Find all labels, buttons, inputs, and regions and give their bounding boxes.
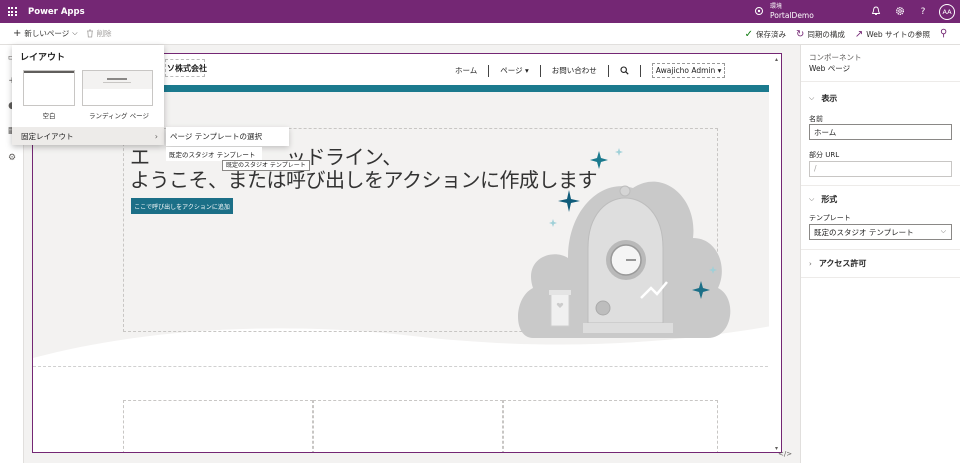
browse-website-button[interactable]: ↗ Web サイトの参照 xyxy=(855,29,930,40)
component-label: コンポーネント xyxy=(809,53,862,62)
browse-label: Web サイトの参照 xyxy=(866,29,930,39)
hero-illustration xyxy=(518,148,731,338)
environment-picker[interactable]: 環境 PortalDemo xyxy=(754,2,814,20)
plus-icon: + xyxy=(13,28,22,39)
display-section: ⌵ 表示 名前 ホーム 部分 URL / xyxy=(801,81,960,181)
select-page-template-item[interactable]: ページ テンプレートの選択 xyxy=(166,127,289,146)
access-section-header[interactable]: › アクセス許可 xyxy=(809,258,866,269)
sync-icon: ↻ xyxy=(795,28,805,40)
default-studio-template-item[interactable]: 既定のスタジオ テンプレート xyxy=(166,147,262,161)
chevron-right-icon: › xyxy=(154,131,158,141)
fixed-layout-menu-item[interactable]: 固定レイアウト › xyxy=(12,127,164,145)
environment-name: PortalDemo xyxy=(770,11,814,20)
top-bar: Power Apps 環境 PortalDemo ? AA xyxy=(0,0,960,23)
command-bar-right: ✓ 保存済み ↻ 同期の構成 ↗ Web サイトの参照 xyxy=(745,23,930,45)
help-icon[interactable]: ? xyxy=(917,6,929,18)
component-type: Web ページ xyxy=(809,64,851,73)
partial-url-input[interactable]: / xyxy=(809,161,952,177)
open-external-icon: ↗ xyxy=(854,28,864,40)
site-logo[interactable]: ソ株式会社 xyxy=(167,63,207,74)
delete-button[interactable]: 削除 xyxy=(86,28,112,39)
search-icon[interactable] xyxy=(620,66,629,75)
site-nav: ホーム ページ ▾ お問い合わせ Awajicho Admin ▾ xyxy=(455,63,726,78)
name-label: 名前 xyxy=(809,115,823,123)
sync-config-button[interactable]: ↻ 同期の構成 xyxy=(796,29,845,40)
user-menu[interactable]: Awajicho Admin ▾ xyxy=(651,63,726,78)
landing-layout-thumbnail[interactable] xyxy=(82,70,153,106)
blank-layout-thumbnail[interactable] xyxy=(23,70,75,106)
nav-item-home[interactable]: ホーム xyxy=(455,65,477,76)
preview-scrollbar[interactable]: ▴ ▾ xyxy=(769,54,781,452)
column-2[interactable] xyxy=(313,400,503,452)
app-name[interactable]: Power Apps xyxy=(28,7,85,17)
command-bar: + 新しいページ ⌵ 削除 ✓ 保存済み ↻ 同期の構成 ↗ Web サイトの参… xyxy=(0,23,960,45)
layout-title: レイアウト xyxy=(20,53,66,63)
chevron-down-icon: ⌵ xyxy=(809,195,815,203)
chevron-right-icon: › xyxy=(809,259,812,268)
share-icon[interactable]: ⚲ xyxy=(940,28,947,39)
gear-icon[interactable] xyxy=(894,6,906,18)
format-section-header[interactable]: ⌵ 形式 xyxy=(809,194,837,205)
column-3[interactable] xyxy=(503,400,718,452)
delete-label: 削除 xyxy=(96,29,112,38)
environment-label: 環境 xyxy=(770,3,783,10)
landing-layout-label[interactable]: ランディング ページ xyxy=(84,110,154,120)
nav-item-pages[interactable]: ページ ▾ xyxy=(500,65,529,76)
template-select[interactable]: 既定のスタジオ テンプレート ⌵ xyxy=(809,224,952,240)
new-page-button[interactable]: + 新しいページ ⌵ xyxy=(13,28,78,39)
access-section: › アクセス許可 xyxy=(801,249,960,278)
chevron-down-icon: ⌵ xyxy=(809,94,815,102)
code-view-icon[interactable]: </> xyxy=(778,450,792,458)
column-1[interactable] xyxy=(123,400,313,452)
chevron-down-icon: ⌵ xyxy=(940,227,946,235)
cta-button[interactable]: ここで呼び出しをアクションに追加 xyxy=(131,198,233,214)
app-launcher-icon[interactable] xyxy=(0,0,24,23)
checkmark-icon: ✓ xyxy=(744,28,753,40)
template-label: テンプレート xyxy=(809,214,851,222)
blank-layout-label[interactable]: 空白 xyxy=(14,110,84,120)
settings-icon[interactable]: ⚙ xyxy=(6,152,18,164)
format-section: ⌵ 形式 テンプレート 既定のスタジオ テンプレート ⌵ xyxy=(801,185,960,249)
chevron-down-icon: ⌵ xyxy=(72,29,78,37)
properties-panel: コンポーネント Web ページ ⌵ 表示 名前 ホーム 部分 URL / ⌵ 形… xyxy=(800,45,960,463)
display-section-header[interactable]: ⌵ 表示 xyxy=(809,93,837,104)
new-page-label: 新しいページ xyxy=(24,29,70,38)
saved-status: ✓ 保存済み xyxy=(745,29,786,40)
trash-icon xyxy=(86,29,93,38)
layout-dropdown: レイアウト 空白 ランディング ページ 固定レイアウト › xyxy=(12,45,164,145)
scroll-up-icon[interactable]: ▴ xyxy=(775,56,778,63)
template-tooltip: 既定のスタジオ テンプレート xyxy=(222,160,310,171)
bell-icon[interactable] xyxy=(870,6,882,18)
sync-label: 同期の構成 xyxy=(807,29,845,39)
nav-item-contact[interactable]: お問い合わせ xyxy=(552,65,597,76)
avatar[interactable]: AA xyxy=(939,4,955,20)
saved-label: 保存済み xyxy=(755,29,786,39)
environment-icon xyxy=(755,7,763,15)
partial-url-label: 部分 URL xyxy=(809,151,840,159)
name-input[interactable]: ホーム xyxy=(809,124,952,140)
